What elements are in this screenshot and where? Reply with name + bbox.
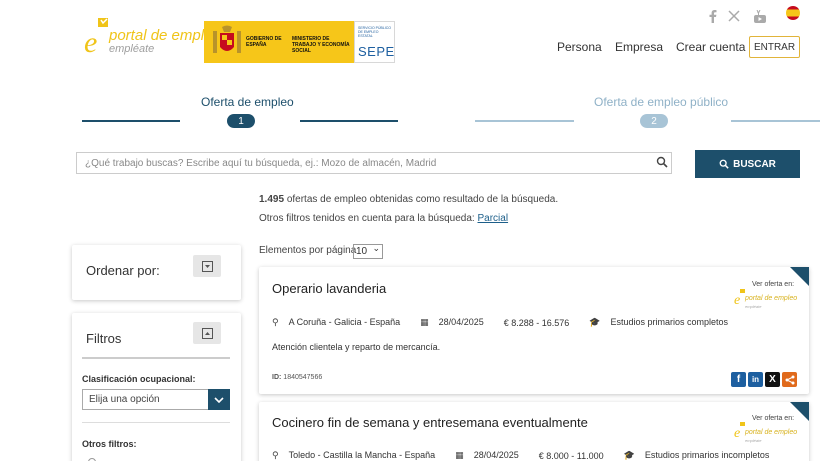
job-id-value: 1840547566 [283, 374, 323, 381]
results-count-text: ofertas de empleo obtenidas como resulta… [286, 194, 559, 205]
per-page-label: Elementos por página [259, 245, 357, 256]
nav-persona[interactable]: Persona [557, 40, 602, 54]
step-1-line-right [300, 120, 398, 122]
filtros-title: Filtros [86, 331, 122, 346]
otros-filtros-label: Otros filtros: [82, 439, 137, 449]
svg-text:e: e [734, 426, 740, 438]
filters-text: Otros filtros tenidos en cuenta para la … [259, 213, 475, 224]
location-pin-icon: ⚲ [272, 317, 279, 327]
tab-oferta-empleo[interactable]: Oferta de empleo [201, 95, 294, 109]
job-id-label: ID: [272, 374, 282, 381]
clasificacion-value: Elija una opción [89, 394, 160, 405]
job-studies: Estudios primarios completos [610, 317, 729, 327]
clasificacion-select[interactable]: Elija una opción [82, 389, 230, 410]
ver-oferta-label: Ver oferta en: [752, 415, 795, 422]
empleate-logo-e-icon[interactable]: e [84, 18, 110, 56]
filters-summary: Otros filtros tenidos en cuenta para la … [259, 213, 508, 224]
per-page-select[interactable]: 10 [353, 242, 383, 259]
calendar-icon: ▦ [420, 317, 429, 327]
ministerio-label: MINISTERIO DE TRABAJO Y ECONOMÍA SOCIAL [292, 36, 350, 54]
results-count: 1.495 [259, 194, 285, 205]
search-input[interactable] [76, 152, 672, 174]
search-icon[interactable] [656, 156, 668, 168]
buscar-button[interactable]: BUSCAR [695, 150, 800, 178]
job-card[interactable]: Cocinero fin de semana y entresemana eve… [259, 402, 809, 461]
step-1-badge[interactable]: 1 [227, 114, 255, 128]
share-icon[interactable] [782, 372, 797, 387]
empleate-mini-logo-icon[interactable]: e [734, 422, 745, 438]
step-2-line-left [475, 120, 574, 122]
job-title[interactable]: Cocinero fin de semana y entresemana eve… [272, 415, 588, 430]
job-salary: € 8.288 - 16.576 [503, 317, 570, 328]
youtube-icon[interactable] [753, 9, 767, 23]
calendar-icon: ▦ [455, 450, 464, 460]
job-date: 28/04/2025 [438, 317, 484, 327]
svg-text:e: e [734, 293, 740, 305]
ordenar-toggle-button[interactable] [193, 255, 221, 277]
graduation-cap-icon: 🎓 [623, 450, 635, 460]
step-2-badge[interactable]: 2 [640, 114, 668, 128]
sepe-text: SEPE [358, 44, 395, 59]
job-date: 28/04/2025 [473, 450, 519, 460]
job-meta: ⚲ A Coruña - Galicia - España ▦ 28/04/2025… [272, 317, 748, 328]
filtros-divider [82, 357, 230, 359]
collapse-icon [201, 327, 213, 339]
sepe-logo[interactable]: SERVICIO PÚBLICO DE EMPLEO ESTATAL SEPE [354, 21, 395, 63]
linkedin-icon[interactable]: in [748, 372, 763, 387]
spanish-flag-icon[interactable] [786, 6, 800, 20]
job-studies: Estudios primarios incompletos [644, 450, 770, 460]
job-location: Toledo - Castilla la Mancha - España [288, 450, 436, 460]
location-pin-icon: ⚲ [272, 450, 279, 460]
job-location: A Coruña - Galicia - España [288, 317, 401, 327]
logo-subtitle: empléate [109, 43, 155, 55]
results-summary: 1.495 ofertas de empleo obtenidas como r… [259, 194, 558, 205]
clasificacion-label: Clasificación ocupacional: [82, 374, 196, 384]
empleate-mini-logo-icon[interactable]: e [734, 289, 745, 305]
tab-oferta-empleo-publico[interactable]: Oferta de empleo público [594, 95, 728, 109]
job-title[interactable]: Operario lavanderia [272, 281, 386, 296]
spain-crest-icon [213, 25, 241, 53]
source-logo-subtitle: empléate [745, 304, 762, 309]
search-icon [719, 159, 729, 169]
filters-link[interactable]: Parcial [477, 213, 508, 224]
ordenar-title: Ordenar por: [86, 263, 160, 278]
source-logo-subtitle: empléate [745, 438, 762, 443]
svg-text:e: e [84, 26, 97, 56]
nav-empresa[interactable]: Empresa [615, 40, 663, 54]
step-2-line-right [731, 120, 820, 122]
expand-icon [201, 260, 213, 272]
x-twitter-icon[interactable]: X [765, 372, 780, 387]
job-description: Atención clientela y reparto de mercancí… [272, 342, 441, 352]
gobierno-logo[interactable]: GOBIERNO DE ESPAÑA MINISTERIO DE TRABAJO… [204, 21, 354, 63]
filtros-toggle-button[interactable] [193, 322, 221, 344]
source-logo-title: portal de empleo [745, 429, 798, 436]
facebook-icon[interactable] [706, 9, 720, 23]
nav-crear-cuenta[interactable]: Crear cuenta [676, 40, 745, 54]
buscar-label: BUSCAR [733, 158, 776, 170]
job-meta: ⚲ Toledo - Castilla la Mancha - España ▦ 2… [272, 450, 789, 461]
step-1-line-left [82, 120, 180, 122]
source-logo-title: portal de empleo [745, 295, 798, 302]
filtros-divider-2 [82, 422, 230, 423]
sepe-small-text: SERVICIO PÚBLICO DE EMPLEO ESTATAL [358, 26, 392, 38]
ver-oferta-label: Ver oferta en: [752, 281, 795, 288]
graduation-cap-icon: 🎓 [589, 317, 601, 327]
job-salary: € 8.000 - 11.000 [538, 450, 604, 461]
facebook-icon[interactable]: f [731, 372, 746, 387]
job-id: ID: 1840547566 [272, 374, 322, 381]
chevron-down-icon[interactable] [208, 389, 230, 410]
x-twitter-icon[interactable] [727, 9, 741, 23]
gobierno-label: GOBIERNO DE ESPAÑA [246, 36, 282, 48]
entrar-button[interactable]: ENTRAR [749, 36, 800, 58]
job-card[interactable]: Operario lavanderia Ver oferta en: e por… [259, 267, 809, 394]
